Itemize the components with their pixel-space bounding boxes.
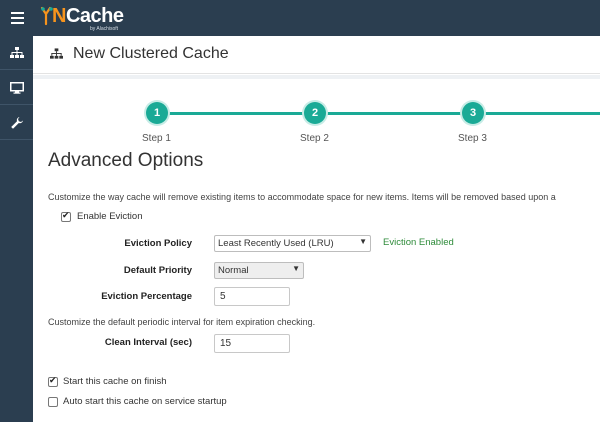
- sidebar-item-tools[interactable]: [0, 106, 33, 140]
- chevron-down-icon: ▼: [359, 237, 367, 246]
- default-priority-select[interactable]: Normal ▼: [214, 262, 304, 279]
- eviction-percentage-input[interactable]: 5: [214, 287, 290, 306]
- wrench-icon: [10, 116, 23, 129]
- eviction-description: Customize the way cache will remove exis…: [48, 192, 556, 202]
- enable-eviction-checkbox[interactable]: [61, 210, 71, 222]
- stepper-connector: [324, 112, 464, 115]
- step-1-indicator[interactable]: 1: [146, 102, 168, 124]
- eviction-policy-label: Eviction Policy: [124, 238, 192, 249]
- step-2-label: Step 2: [300, 133, 329, 144]
- interval-description: Customize the default periodic interval …: [48, 317, 316, 327]
- hamburger-menu-icon[interactable]: [0, 0, 34, 36]
- cluster-icon: [50, 48, 63, 59]
- step-1-label: Step 1: [142, 133, 171, 144]
- default-priority-label: Default Priority: [123, 265, 192, 276]
- section-title: Advanced Options: [48, 150, 204, 171]
- sidebar-item-clusters[interactable]: [0, 36, 33, 70]
- eviction-percentage-label: Eviction Percentage: [101, 291, 192, 302]
- cluster-icon: [9, 46, 24, 58]
- sidebar-item-monitor[interactable]: [0, 71, 33, 105]
- brand-name: NCache: [52, 5, 124, 27]
- monitor-icon: [9, 81, 24, 94]
- clean-interval-input[interactable]: 15: [214, 334, 290, 353]
- chevron-down-icon: ▼: [292, 264, 300, 273]
- step-3-label: Step 3: [458, 133, 487, 144]
- step-2-indicator[interactable]: 2: [304, 102, 326, 124]
- clean-interval-label: Clean Interval (sec): [104, 337, 192, 348]
- enable-eviction-label: Enable Eviction: [77, 211, 143, 222]
- brand-subtitle: by Alachisoft: [90, 26, 119, 32]
- step-3-indicator[interactable]: 3: [462, 102, 484, 124]
- start-on-finish-label: Start this cache on finish: [63, 376, 167, 387]
- content-divider: [33, 75, 600, 79]
- start-on-finish-checkbox[interactable]: [48, 375, 58, 387]
- auto-start-checkbox[interactable]: [48, 397, 58, 407]
- stepper-connector: [166, 112, 306, 115]
- default-priority-value: Normal: [218, 265, 249, 276]
- left-sidebar: [0, 36, 33, 422]
- top-navbar: NCache by Alachisoft: [0, 0, 600, 36]
- eviction-status: Eviction Enabled: [383, 237, 454, 248]
- eviction-policy-value: Least Recently Used (LRU): [218, 238, 334, 249]
- auto-start-label: Auto start this cache on service startup: [63, 396, 227, 407]
- page-title: New Clustered Cache: [73, 45, 229, 62]
- stepper-connector: [482, 112, 600, 115]
- eviction-policy-select[interactable]: Least Recently Used (LRU) ▼: [214, 235, 371, 252]
- page-header: New Clustered Cache: [33, 36, 600, 74]
